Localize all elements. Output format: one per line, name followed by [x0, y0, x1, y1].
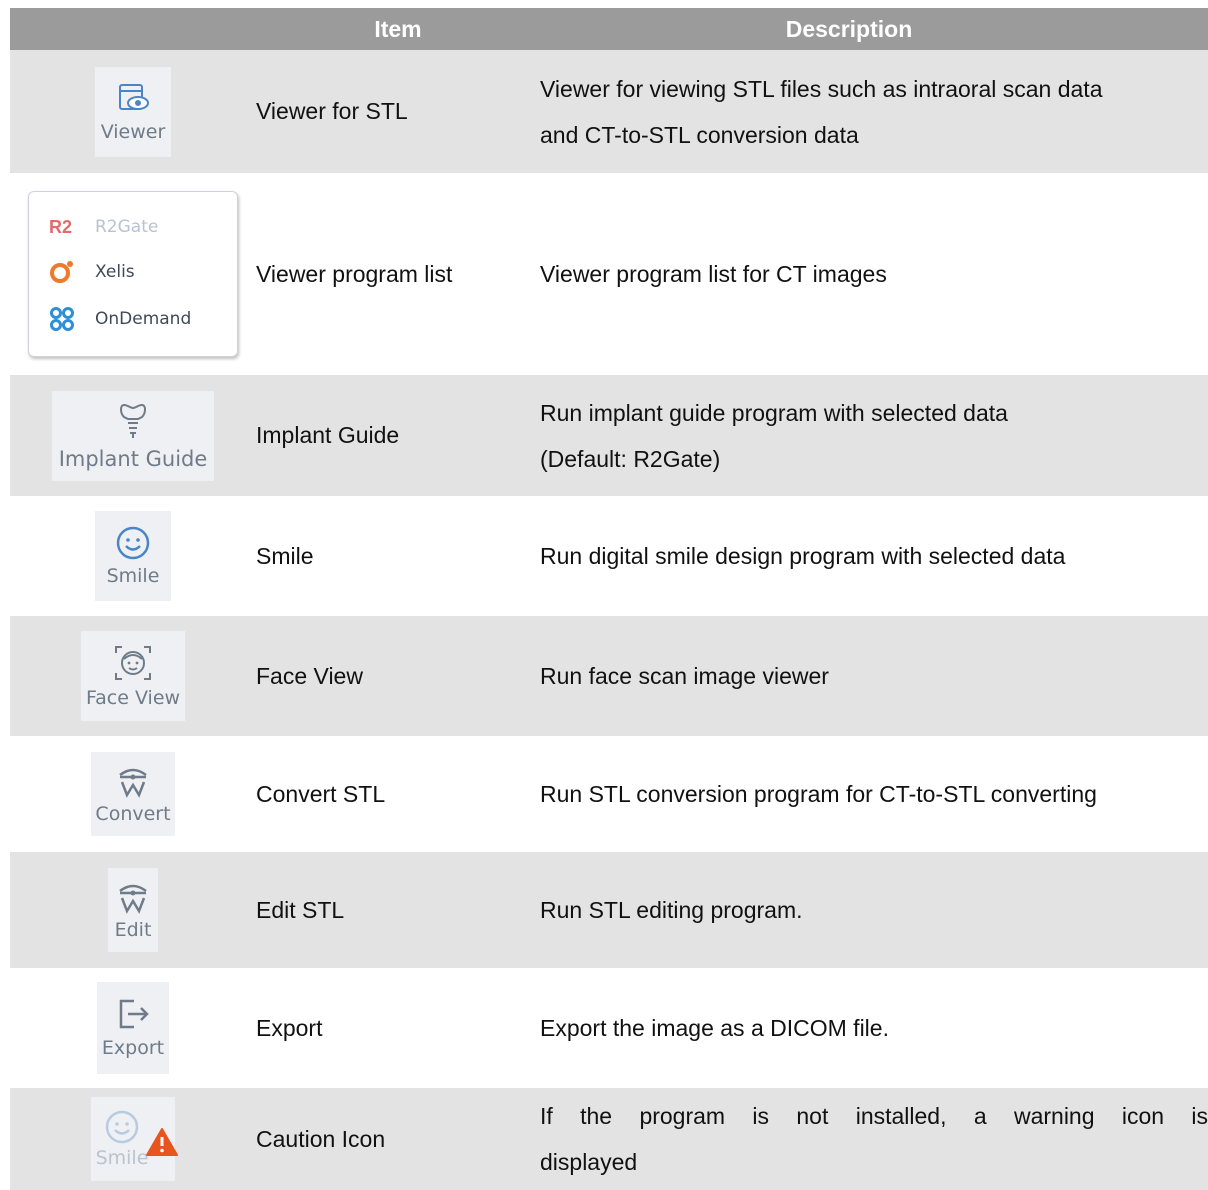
- item-description: Viewer for viewing STL files such as int…: [540, 75, 1103, 148]
- face-view-icon: [115, 646, 151, 680]
- item-description: Run face scan image viewer: [540, 663, 829, 689]
- header-item: Item: [374, 15, 422, 42]
- export-label: Export: [101, 1037, 165, 1059]
- smile-button[interactable]: Smile: [95, 511, 171, 601]
- item-description: If the program is not installed, a warni…: [540, 1103, 1208, 1175]
- item-name: Export: [256, 1014, 323, 1041]
- viewer-button[interactable]: Viewer: [95, 66, 171, 157]
- viewer-program-list-popup: R2 R2Gate Xelis OnDemand: [28, 191, 238, 357]
- item-description: Run implant guide program with selected …: [540, 399, 1008, 472]
- face-view-button[interactable]: Face View: [81, 631, 185, 721]
- item-name: Face View: [256, 662, 363, 689]
- export-button[interactable]: Export: [97, 982, 169, 1074]
- smile-label: Smile: [106, 565, 160, 587]
- item-name: Smile: [256, 542, 314, 569]
- item-name: Caution Icon: [256, 1125, 386, 1152]
- smile-label: Smile: [95, 1147, 149, 1169]
- program-item-xelis[interactable]: Xelis: [29, 259, 237, 285]
- convert-label: Convert: [95, 803, 171, 825]
- edit-icon: [119, 884, 147, 914]
- item-name: Viewer program list: [256, 260, 453, 287]
- table-row: Export Export Export the image as a DICO…: [10, 968, 1208, 1088]
- implant-icon: [120, 403, 146, 438]
- smile-button-disabled[interactable]: Smile: [91, 1097, 178, 1181]
- table-row: Smile Smile Run digital smile design pro…: [10, 496, 1208, 616]
- convert-button[interactable]: Convert: [91, 752, 175, 836]
- viewer-icon: [119, 83, 149, 110]
- item-name: Edit STL: [256, 896, 345, 923]
- smile-icon: [105, 1110, 139, 1144]
- r2gate-icon: R2: [49, 216, 73, 237]
- ondemand-icon: [50, 306, 74, 331]
- table-row: R2 R2Gate Xelis OnDemand Viewer program …: [10, 173, 1208, 375]
- table-row: Smile Caution Icon If the program is not…: [10, 1088, 1208, 1190]
- implant-guide-label: Implant Guide: [58, 446, 208, 471]
- item-description: Run STL conversion program for CT-to-STL…: [540, 781, 1097, 807]
- program-item-r2gate[interactable]: R2 R2Gate: [29, 217, 237, 238]
- item-description: Run STL editing program.: [540, 897, 803, 923]
- feature-table: Item Description Viewer Viewer for STL V…: [10, 8, 1208, 1190]
- item-name: Viewer for STL: [256, 98, 408, 124]
- program-item-ondemand[interactable]: OnDemand: [29, 306, 237, 332]
- table-header: Item Description: [10, 8, 1208, 50]
- table-row: Implant Guide Implant Guide Run implant …: [10, 375, 1208, 496]
- item-description: Run digital smile design program with se…: [540, 543, 1066, 569]
- edit-label: Edit: [114, 919, 152, 941]
- item-description: Viewer program list for CT images: [540, 261, 887, 287]
- implant-guide-button[interactable]: Implant Guide: [52, 390, 214, 481]
- face-view-label: Face View: [85, 687, 181, 709]
- table-row: Convert Convert STL Run STL conversion p…: [10, 736, 1208, 852]
- table-row: Viewer Viewer for STL Viewer for viewing…: [10, 50, 1208, 173]
- export-icon: [119, 999, 149, 1029]
- xelis-icon: [50, 260, 73, 283]
- item-name: Implant Guide: [256, 422, 400, 448]
- item-name: Convert STL: [256, 780, 386, 807]
- edit-button[interactable]: Edit: [108, 868, 158, 952]
- table-row: Edit Edit STL Run STL editing program.: [10, 852, 1208, 968]
- header-description: Description: [785, 15, 913, 42]
- viewer-label: Viewer: [100, 120, 166, 143]
- warning-icon: [146, 1128, 178, 1156]
- item-description: Export the image as a DICOM file.: [540, 1015, 889, 1041]
- table-row: Face View Face View Run face scan image …: [10, 616, 1208, 736]
- smile-icon: [116, 526, 150, 560]
- convert-icon: [119, 768, 147, 798]
